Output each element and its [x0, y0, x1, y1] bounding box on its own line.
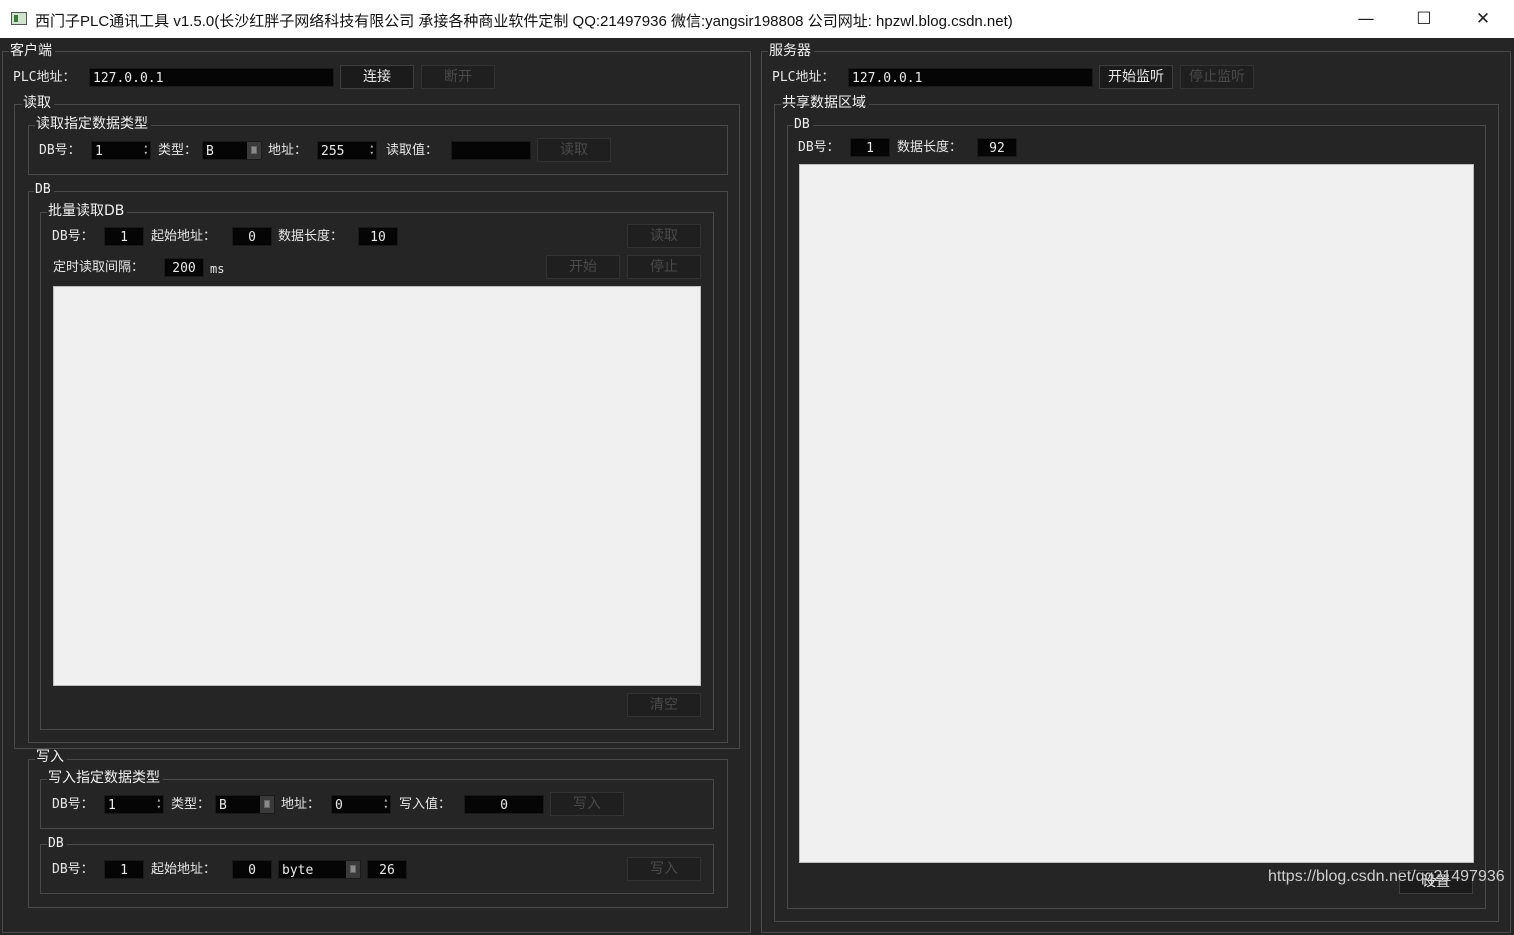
batch-read-button[interactable]: 读取: [627, 224, 701, 248]
server-db-input[interactable]: 1: [850, 138, 890, 157]
server-group-title: 服务器: [768, 43, 814, 59]
batch-db-input[interactable]: 1: [104, 227, 144, 246]
read-value-label: 读取值：: [386, 143, 439, 158]
read-group-title: 读取: [22, 95, 54, 111]
dropdown-icon[interactable]: [346, 861, 360, 878]
batch-db-label: DB号：: [52, 229, 94, 244]
write-db-type-combobox[interactable]: byte: [278, 860, 361, 879]
interval-input[interactable]: 200: [164, 258, 204, 277]
server-len-input[interactable]: 92: [977, 138, 1017, 157]
disconnect-button[interactable]: 断开: [421, 65, 495, 89]
shared-data-textarea[interactable]: [799, 164, 1474, 863]
write-addr-label: 地址：: [281, 797, 321, 812]
watermark: https://blog.csdn.net/qq21497936: [1268, 868, 1505, 885]
read-type-label: 类型：: [158, 143, 198, 158]
write-db-db-label: DB号：: [52, 862, 94, 877]
batch-start-input[interactable]: 0: [232, 227, 272, 246]
shared-area-title: 共享数据区域: [781, 95, 869, 111]
read-db-group-title: DB: [34, 182, 54, 198]
start-listen-button[interactable]: 开始监听: [1099, 65, 1173, 89]
read-specific-button[interactable]: 读取: [537, 138, 611, 162]
batch-start-label: 起始地址：: [151, 229, 217, 244]
app-icon: [11, 12, 27, 25]
stop-listen-button[interactable]: 停止监听: [1180, 65, 1254, 89]
read-specific-title: 读取指定数据类型: [35, 116, 151, 132]
write-type-label: 类型：: [171, 797, 211, 812]
read-addr-value: 255: [321, 144, 345, 159]
maximize-button[interactable]: ☐: [1395, 0, 1453, 38]
write-db-start-label: 起始地址：: [151, 862, 217, 877]
write-type-value: B: [219, 798, 227, 813]
write-specific-button[interactable]: 写入: [550, 792, 624, 816]
write-db-db-input[interactable]: 1: [104, 860, 144, 879]
write-value-input[interactable]: 0: [464, 795, 544, 814]
write-db-value-input[interactable]: 26: [367, 860, 407, 879]
read-db-spinbox[interactable]: 1 ▴ ▾: [91, 141, 151, 160]
clear-button[interactable]: 清空: [627, 693, 701, 717]
write-value-label: 写入值：: [399, 797, 452, 812]
read-value-output: [451, 141, 531, 160]
server-plc-label: PLC地址：: [772, 70, 835, 85]
interval-label: 定时读取间隔：: [53, 260, 145, 275]
connect-button[interactable]: 连接: [340, 65, 414, 89]
spin-arrows-icon[interactable]: ▴ ▾: [384, 797, 388, 811]
spin-arrows-icon[interactable]: ▴ ▾: [157, 797, 161, 811]
client-plc-label: PLC地址：: [13, 70, 76, 85]
close-button[interactable]: ✕: [1454, 0, 1512, 38]
read-type-combobox[interactable]: B: [202, 141, 262, 160]
batch-read-title: 批量读取DB: [47, 203, 128, 219]
write-db-start-input[interactable]: 0: [232, 860, 272, 879]
write-db-label: DB号：: [52, 797, 94, 812]
batch-read-output-textarea[interactable]: [53, 286, 701, 686]
read-db-label: DB号：: [39, 143, 81, 158]
minimize-button[interactable]: —: [1337, 0, 1395, 38]
read-type-value: B: [206, 144, 214, 159]
batch-len-input[interactable]: 10: [358, 227, 398, 246]
dropdown-icon[interactable]: [247, 142, 261, 159]
dropdown-icon[interactable]: [260, 796, 274, 813]
title-bar: 西门子PLC通讯工具 v1.5.0(长沙红胖子网络科技有限公司 承接各种商业软件…: [0, 0, 1514, 38]
client-plc-address-input[interactable]: 127.0.0.1: [89, 68, 334, 87]
timer-stop-button[interactable]: 停止: [627, 255, 701, 279]
write-specific-title: 写入指定数据类型: [47, 770, 163, 786]
write-db-type-value: byte: [282, 863, 314, 878]
server-plc-address-input[interactable]: 127.0.0.1: [848, 68, 1093, 87]
server-len-label: 数据长度：: [897, 140, 963, 155]
write-db-spinbox[interactable]: 1 ▴ ▾: [104, 795, 164, 814]
read-db-value: 1: [95, 144, 103, 159]
timer-start-button[interactable]: 开始: [546, 255, 620, 279]
write-addr-spinbox[interactable]: 0 ▴ ▾: [331, 795, 391, 814]
read-addr-label: 地址：: [268, 143, 308, 158]
read-addr-spinbox[interactable]: 255 ▴ ▾: [317, 141, 377, 160]
client-group-title: 客户端: [9, 43, 55, 59]
write-type-combobox[interactable]: B: [215, 795, 275, 814]
write-db-group-title: DB: [47, 836, 67, 852]
server-db-label: DB号：: [798, 140, 840, 155]
main-area: 客户端 PLC地址： 127.0.0.1 连接 断开 读取 读取指定数据类型 D…: [0, 38, 1514, 935]
write-addr-value: 0: [335, 798, 343, 813]
interval-unit: ms: [210, 262, 225, 276]
write-db-button[interactable]: 写入: [627, 857, 701, 881]
window-title: 西门子PLC通讯工具 v1.5.0(长沙红胖子网络科技有限公司 承接各种商业软件…: [35, 13, 1013, 30]
spin-arrows-icon[interactable]: ▴ ▾: [370, 143, 374, 157]
server-db-group-title: DB: [793, 117, 813, 133]
spin-arrows-icon[interactable]: ▴ ▾: [144, 143, 148, 157]
batch-len-label: 数据长度：: [278, 229, 344, 244]
write-group-title: 写入: [35, 749, 67, 765]
write-db-value: 1: [108, 798, 116, 813]
